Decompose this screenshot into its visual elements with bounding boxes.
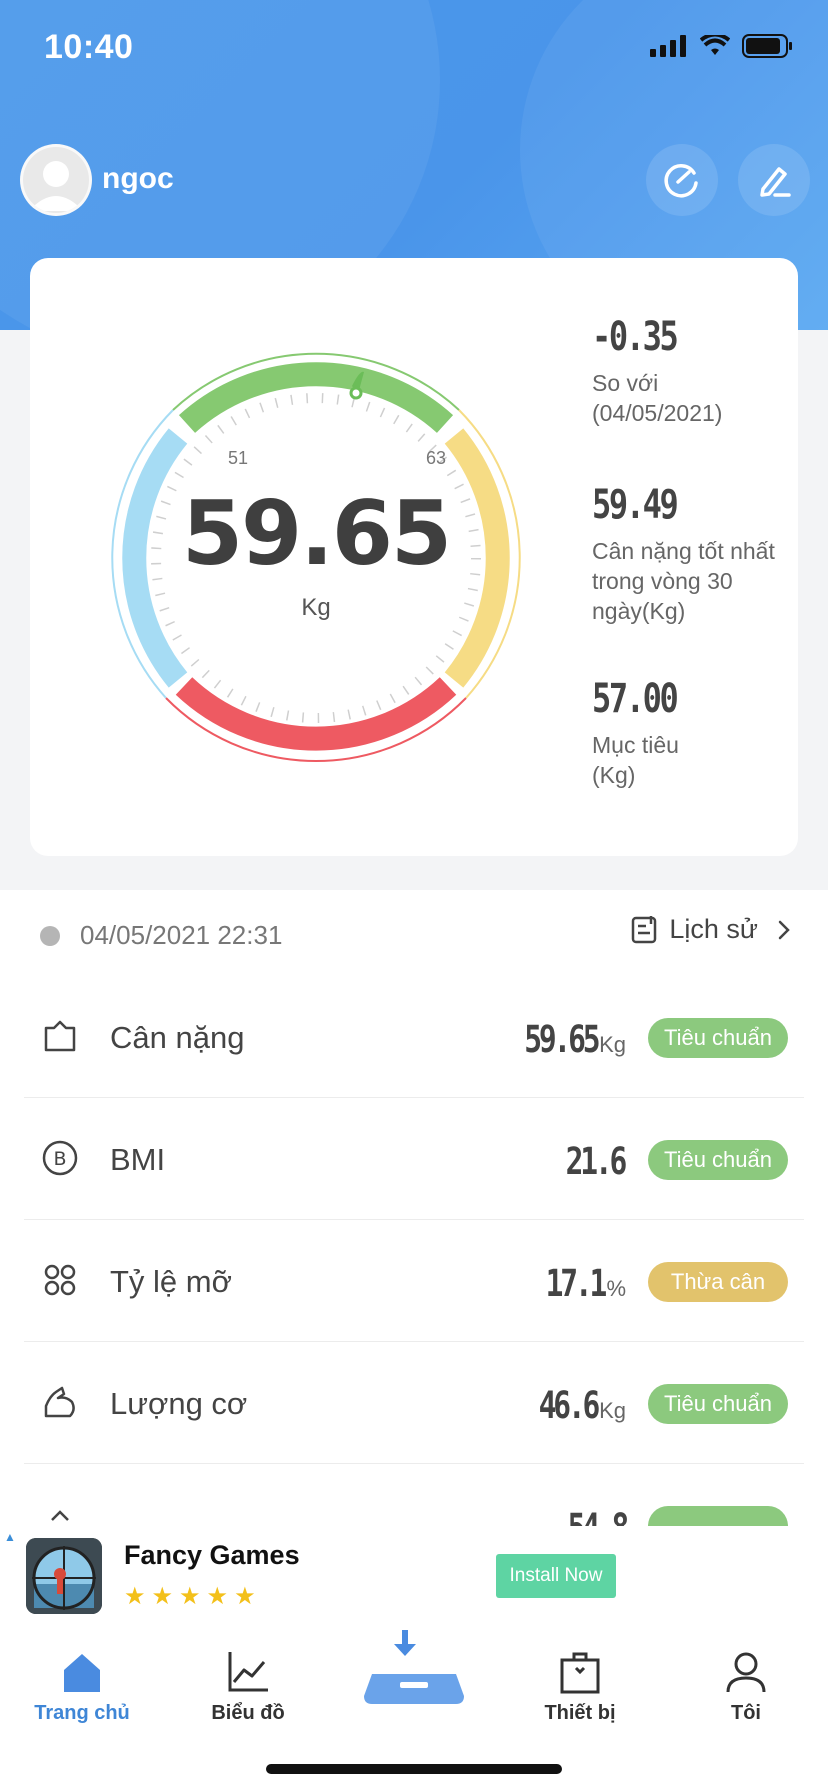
tab-device[interactable]: Thiết bị (500, 1642, 660, 1725)
tab-device-label: Thiết bị (544, 1702, 616, 1724)
stat-target: 57.00 Mục tiêu (Kg) (592, 676, 697, 790)
metric-name: Cân nặng (110, 1020, 245, 1055)
metric-value: 21.6 (565, 1140, 628, 1183)
tab-home[interactable]: Trang chủ (2, 1642, 162, 1725)
ad-choices-icon[interactable]: ▲ (4, 1530, 16, 1544)
status-badge: Thừa cân (648, 1262, 788, 1302)
history-list-icon (632, 915, 657, 943)
history-button[interactable]: Lịch sử (631, 914, 798, 945)
status-time: 10:40 (44, 28, 134, 66)
ad-title: Fancy Games (124, 1540, 300, 1570)
home-icon (64, 1654, 100, 1692)
tab-chart[interactable]: Biểu đồ (168, 1642, 328, 1725)
status-badge: Tiêu chuẩn (648, 1384, 788, 1424)
muscle-icon (44, 1386, 75, 1418)
home-indicator (266, 1764, 562, 1774)
gauge-min-label: 51 (228, 448, 249, 468)
status-badge: Tiêu chuẩn (648, 1018, 788, 1058)
clock-icon (40, 926, 60, 946)
signal-icon (650, 35, 686, 57)
tab-me[interactable]: Tôi (666, 1642, 826, 1725)
tab-me-label: Tôi (731, 1702, 761, 1724)
metric-row-body-fat[interactable]: Tỷ lệ mỡ 17.1% Thừa cân (24, 1220, 804, 1342)
record-datetime: 04/05/2021 22:31 (80, 920, 283, 950)
metric-name: Lượng cơ (110, 1386, 248, 1421)
tab-chart-label: Biểu đồ (211, 1702, 285, 1724)
metric-value: 59.65 Kg (523, 1018, 626, 1061)
tab-weigh[interactable] (334, 1630, 494, 1708)
scale-device-icon (364, 1630, 464, 1704)
wifi-icon (700, 35, 730, 55)
stat-best-label: Cân nặng tốt nhất trong vòng 30 ngày(Kg) (592, 538, 775, 624)
pencil-icon (760, 167, 791, 197)
stat-best-value: 59.49 (592, 482, 679, 528)
weight-gauge: 51 63 59.65 Kg (96, 328, 536, 768)
metric-value: 46.6 Kg (538, 1384, 626, 1427)
ad-app-icon (26, 1538, 102, 1614)
metric-row-muscle[interactable]: Lượng cơ 46.6 Kg Tiêu chuẩn (24, 1342, 804, 1464)
install-now-button[interactable]: Install Now (496, 1554, 616, 1598)
status-icons (650, 34, 794, 58)
stat-best-weight: 59.49 Cân nặng tốt nhất trong vòng 30 ngày… (592, 482, 775, 626)
default-avatar-icon (29, 161, 83, 211)
metric-row-partial[interactable]: 54.8 (24, 1464, 804, 1526)
svg-text:B: B (53, 1148, 66, 1170)
metric-name: BMI (110, 1142, 166, 1177)
weight-summary-card: 51 63 59.65 Kg -0.35 So với (04/05/2021) … (30, 258, 798, 856)
partial-icon (51, 1510, 69, 1521)
battery-icon (742, 34, 792, 58)
person-icon (726, 1652, 766, 1693)
sync-button[interactable] (646, 144, 718, 216)
metric-row-bmi[interactable]: B BMI 21.6 Tiêu chuẩn (24, 1098, 804, 1220)
refresh-icon (664, 164, 698, 198)
record-date-row: 04/05/2021 22:31 Lịch sử (0, 896, 828, 976)
stat-target-value: 57.00 (592, 676, 679, 722)
stat-change: -0.35 So với (04/05/2021) (592, 314, 722, 428)
status-badge: Tiêu chuẩn (648, 1140, 788, 1180)
metrics-list: Cân nặng 59.65 Kg Tiêu chuẩn B BMI 21.6 T… (0, 976, 828, 1526)
metric-value: 54.8 (553, 1506, 630, 1526)
history-label: Lịch sử (669, 914, 758, 944)
edit-button[interactable] (738, 144, 810, 216)
metric-name: Tỷ lệ mỡ (110, 1264, 232, 1299)
scale-icon (44, 1020, 76, 1052)
current-weight-value: 59.65 (181, 482, 452, 585)
metric-row-weight[interactable]: Cân nặng 59.65 Kg Tiêu chuẩn (24, 976, 804, 1098)
stat-target-label: Mục tiêu (Kg) (592, 732, 679, 788)
status-badge (648, 1506, 788, 1526)
stat-change-label: So với (04/05/2021) (592, 370, 723, 426)
ad-banner[interactable]: ▲ Fancy Games ★★★★★ Install Now (0, 1526, 828, 1622)
avatar[interactable] (20, 144, 92, 216)
ad-rating-stars: ★★★★★ (124, 1583, 262, 1610)
metric-value: 17.1% (545, 1262, 626, 1305)
chevron-right-icon (778, 920, 790, 939)
fat-icon (44, 1264, 76, 1296)
stat-change-value: -0.35 (592, 314, 679, 360)
username: ngoc (102, 162, 174, 195)
tab-home-label: Trang chủ (34, 1702, 130, 1724)
current-weight-unit: Kg (301, 594, 331, 621)
shopping-bag-icon (560, 1652, 600, 1694)
gauge-max-label: 63 (426, 448, 447, 468)
bmi-icon: B (42, 1140, 78, 1176)
chart-icon (228, 1652, 268, 1692)
